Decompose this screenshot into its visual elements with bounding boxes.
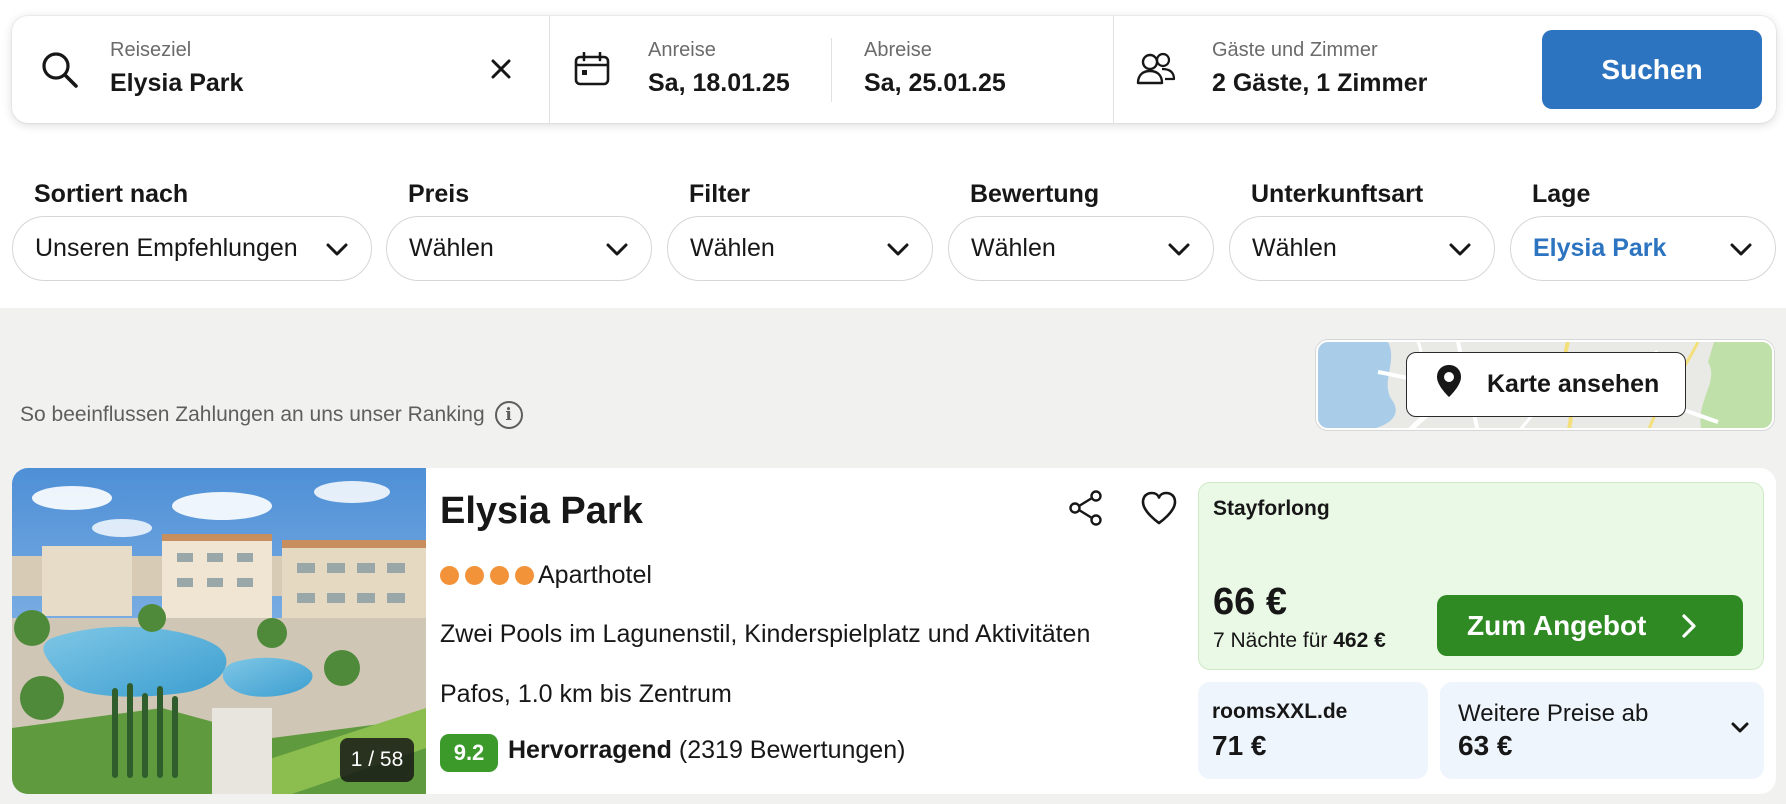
rating-score-badge: 9.2 [440,734,498,772]
search-bar: Reiseziel Elysia Park Anreise Sa, 18.01.… [12,16,1776,123]
guests-value[interactable]: 2 Gäste, 1 Zimmer [1212,69,1427,98]
chevron-down-icon [605,239,629,264]
filter-value: Wählen [971,234,1056,262]
filter-sort-dropdown[interactable]: Unseren Empfehlungen [12,216,372,281]
more-prices-dropdown[interactable]: Weitere Preise ab 63 € [1440,682,1764,779]
arrival-value[interactable]: Sa, 18.01.25 [648,69,790,98]
view-offer-button[interactable]: Zum Angebot [1437,595,1743,656]
users-icon [1136,52,1176,91]
map-pin-icon [1435,363,1463,406]
more-prices-label: Weitere Preise ab [1458,700,1649,727]
rating-word: Hervorragend [508,736,672,764]
calendar-icon [574,51,610,91]
main-deal[interactable]: Stayforlong 66 € 7 Nächte für 462 € Zum … [1198,482,1764,670]
info-icon[interactable]: i [494,401,523,429]
filter-label-rating: Bewertung [970,180,1100,208]
alt-offer-provider: roomsXXL.de [1212,700,1348,723]
arrival-field[interactable]: Anreise Sa, 18.01.25 [550,16,843,123]
more-prices-price: 63 € [1458,730,1513,761]
departure-label: Abreise [864,39,932,61]
deal-provider: Stayforlong [1213,497,1330,520]
hotel-location: Pafos, 1.0 km bis Zentrum [440,680,732,708]
photo-counter: 1 / 58 [340,738,414,782]
departure-field[interactable]: Abreise Sa, 25.01.25 [832,16,1125,123]
chevron-down-icon [1729,239,1753,264]
filter-value: Wählen [1252,234,1337,262]
filter-label-price: Preis [408,180,470,208]
chevron-down-icon [1167,239,1191,264]
filter-label-sort: Sortiert nach [34,180,189,208]
alt-offer[interactable]: roomsXXL.de 71 € [1198,682,1428,779]
deal-total-price: 462 € [1333,629,1386,652]
filter-price-dropdown[interactable]: Wählen [386,216,652,281]
hotel-photo[interactable]: 1 / 58 [12,468,426,794]
arrival-label: Anreise [648,39,716,61]
deal-total: 7 Nächte für 462 € [1213,629,1386,653]
filter-rating-dropdown[interactable]: Wählen [948,216,1214,281]
filter-accommodation-dropdown[interactable]: Wählen [1229,216,1495,281]
rating-summary[interactable]: Hervorragend (2319 Bewertungen) [508,736,905,765]
star-icon [465,566,484,585]
search-icon [40,50,80,95]
star-icon [515,566,534,585]
filter-filter-dropdown[interactable]: Wählen [667,216,933,281]
view-map-label: Karte ansehen [1487,370,1660,398]
heart-icon[interactable] [1140,490,1178,531]
ranking-note[interactable]: So beeinflussen Zahlungen an uns unser R… [20,401,523,429]
star-icon [490,566,509,585]
chevron-down-icon [1448,239,1472,264]
departure-value[interactable]: Sa, 25.01.25 [864,69,1006,98]
ranking-note-text: So beeinflussen Zahlungen an uns unser R… [20,403,485,426]
filter-label-accommodation: Unterkunftsart [1251,180,1424,208]
destination-field[interactable]: Reiseziel Elysia Park [12,16,549,123]
share-icon[interactable] [1068,490,1104,531]
clear-icon[interactable] [490,58,512,85]
star-icon [440,566,459,585]
deal-price: 66 € [1213,581,1287,623]
view-map-button[interactable]: Karte ansehen [1406,352,1686,417]
filter-value: Unseren Empfehlungen [35,234,298,262]
filter-label-filter: Filter [689,180,751,208]
view-offer-label: Zum Angebot [1467,609,1647,641]
filter-value: Wählen [690,234,775,262]
deal-nights-text: 7 Nächte für [1213,629,1328,652]
filter-label-location: Lage [1532,180,1591,208]
hotel-type: Aparthotel [538,561,652,589]
destination-value[interactable]: Elysia Park [110,69,243,98]
chevron-down-icon [325,239,349,264]
guests-label: Gäste und Zimmer [1212,39,1378,61]
chevron-down-icon [1730,720,1750,741]
chevron-down-icon [886,239,910,264]
alt-offer-price: 71 € [1212,730,1267,761]
chevron-right-icon [1681,613,1697,646]
destination-label: Reiseziel [110,39,192,61]
hotel-description: Zwei Pools im Lagunenstil, Kinderspielpl… [440,620,1091,648]
rating-count: (2319 Bewertungen) [678,736,906,764]
filter-location-dropdown[interactable]: Elysia Park [1510,216,1776,281]
guests-field[interactable]: Gäste und Zimmer 2 Gäste, 1 Zimmer [1114,16,1524,123]
hotel-card: 1 / 58 Elysia Park Aparthotel Zwei Pools… [12,468,1776,794]
hotel-name[interactable]: Elysia Park [440,490,643,533]
star-rating [440,566,534,585]
search-button[interactable]: Suchen [1542,30,1762,109]
filter-value: Elysia Park [1533,234,1667,262]
filter-value: Wählen [409,234,494,262]
